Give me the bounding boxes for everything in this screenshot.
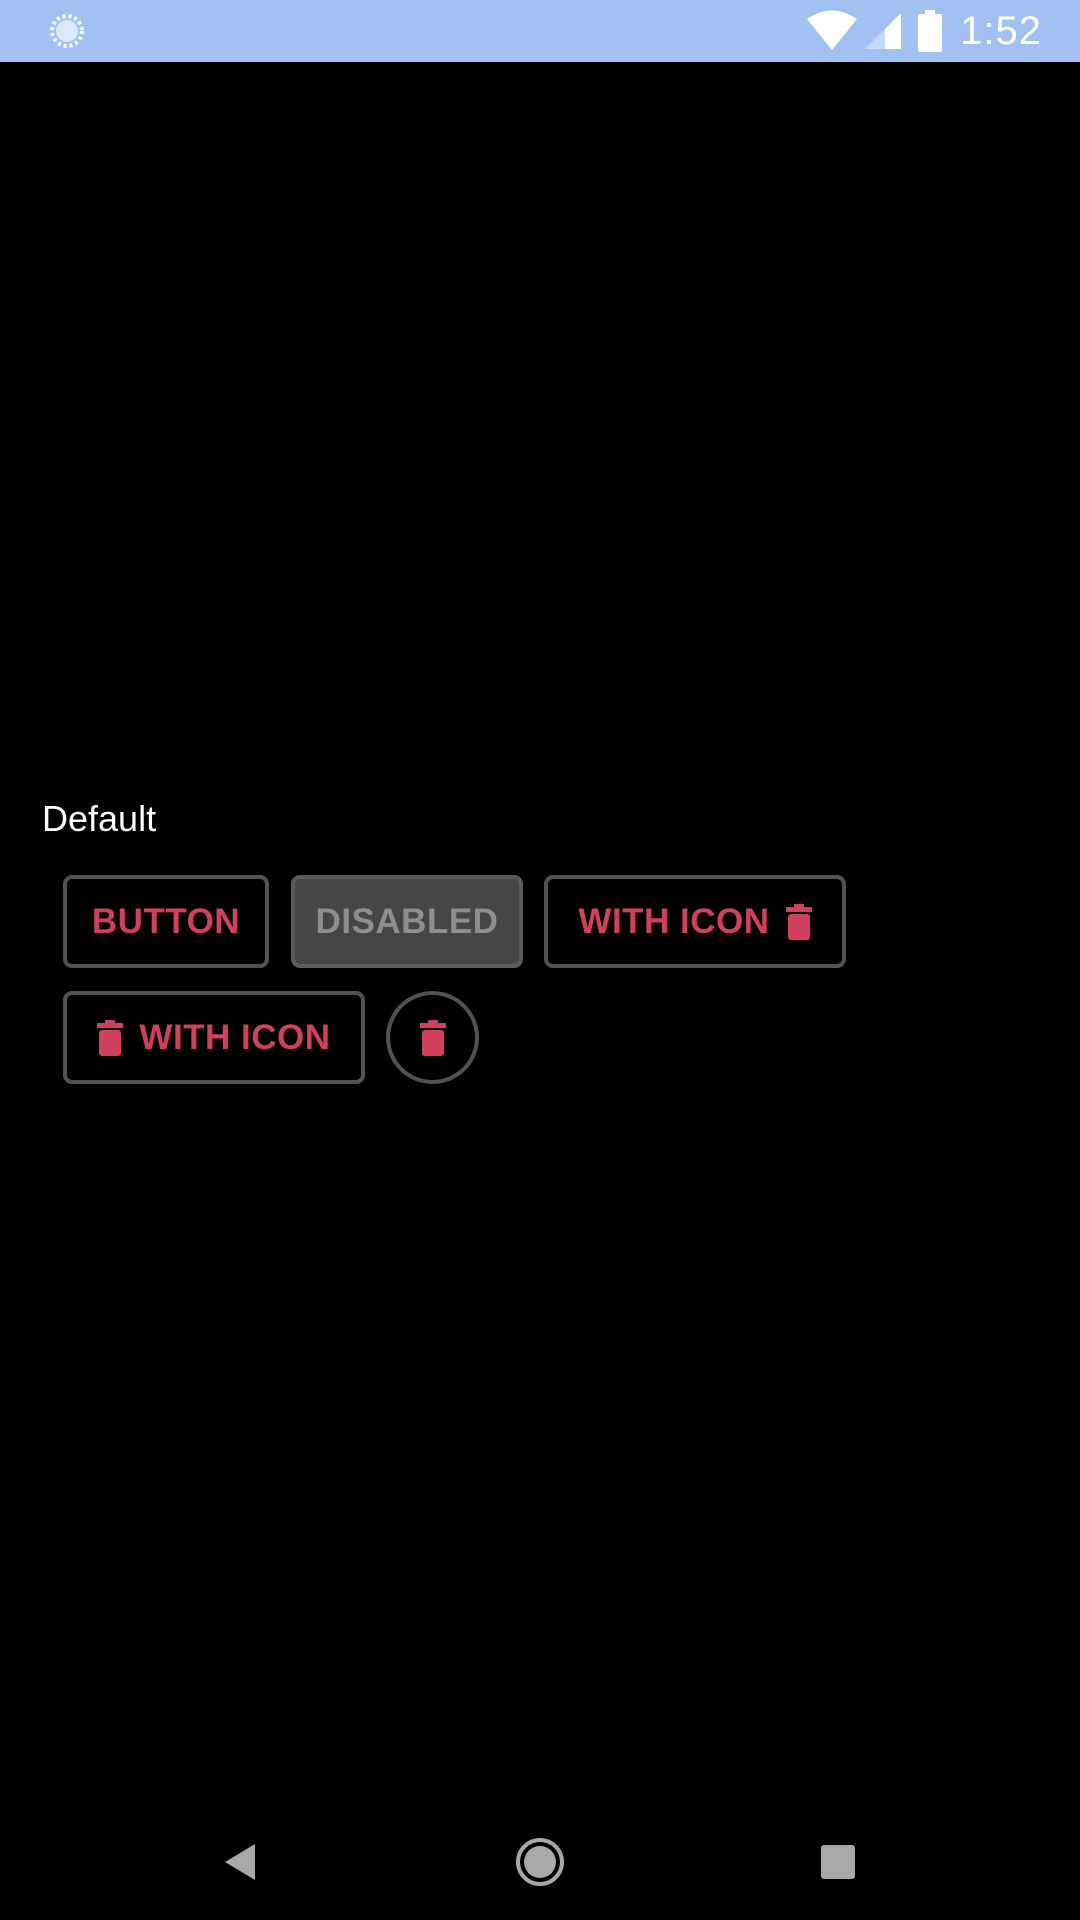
trash-icon	[785, 903, 812, 940]
navigation-bar	[0, 1804, 1080, 1920]
loading-circle-icon	[50, 14, 84, 48]
icon-only-button[interactable]	[386, 991, 479, 1084]
back-icon[interactable]	[213, 1834, 269, 1890]
signal-icon	[865, 13, 902, 49]
section-label: Default	[42, 798, 157, 839]
recents-icon[interactable]	[810, 1834, 866, 1890]
status-bar: 1:52	[0, 0, 1080, 62]
home-icon[interactable]	[512, 1834, 568, 1890]
with-icon-trailing-button[interactable]: WITH ICON	[544, 875, 846, 968]
with-icon-leading-label: WITH ICON	[139, 1017, 331, 1057]
status-time: 1:52	[960, 9, 1042, 53]
with-icon-trailing-label: WITH ICON	[578, 901, 770, 941]
disabled-button-label: DISABLED	[315, 901, 499, 941]
with-icon-leading-button[interactable]: WITH ICON	[63, 991, 365, 1084]
default-button-label: BUTTON	[91, 901, 241, 941]
trash-icon	[419, 1019, 446, 1056]
trash-icon	[97, 1019, 124, 1056]
wifi-icon	[807, 10, 858, 50]
disabled-button: DISABLED	[291, 875, 523, 968]
default-button[interactable]: BUTTON	[63, 875, 269, 968]
battery-icon	[918, 10, 943, 52]
status-icons: 1:52	[806, 8, 1042, 54]
